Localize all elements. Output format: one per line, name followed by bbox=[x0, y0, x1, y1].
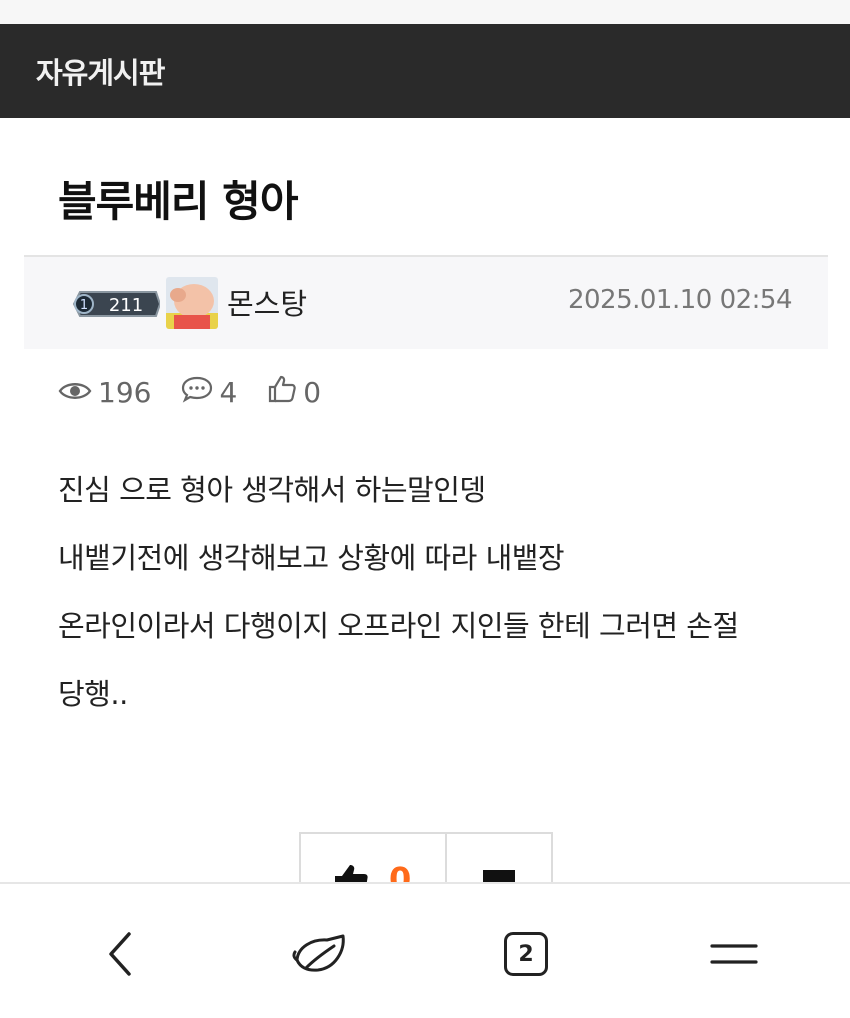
like-count-value: 0 bbox=[303, 375, 322, 409]
post-body: 진심 으로 형아 생각해서 하는말인뎅 내뱉기전에 생각해보고 상황에 따라 내… bbox=[58, 462, 818, 734]
home-button[interactable] bbox=[290, 924, 350, 984]
level-number: 211 bbox=[109, 295, 143, 316]
comment-icon bbox=[181, 375, 219, 410]
body-line: 내뱉기전에 생각해보고 상황에 따라 내뱉장 bbox=[58, 541, 565, 575]
post-date: 2025.01.10 02:54 bbox=[567, 285, 793, 315]
author-name[interactable]: 몬스탕 bbox=[227, 281, 307, 323]
body-line: 온라인이라서 다행이지 오프라인 지인들 한테 그러면 손절 bbox=[58, 609, 739, 643]
svg-text:1: 1 bbox=[80, 298, 88, 313]
view-count: 196 bbox=[58, 376, 151, 409]
comment-count[interactable]: 4 bbox=[181, 375, 237, 410]
comment-count-value: 4 bbox=[219, 375, 238, 409]
back-button[interactable] bbox=[90, 924, 150, 984]
like-count[interactable]: 0 bbox=[267, 374, 321, 411]
body-line: 당행.. bbox=[58, 677, 128, 711]
menu-button[interactable] bbox=[704, 924, 764, 984]
post-title: 블루베리 형아 bbox=[58, 177, 298, 226]
eye-icon bbox=[58, 376, 98, 409]
thumbs-up-icon bbox=[267, 374, 303, 411]
whale-logo-icon bbox=[292, 934, 345, 972]
back-icon bbox=[109, 932, 131, 976]
board-title[interactable]: 자유게시판 bbox=[36, 50, 165, 92]
post-stats: 196 4 0 bbox=[58, 372, 351, 412]
level-badge: 1 211 bbox=[68, 287, 162, 321]
author-bar: 1 211 몬스탕 2025.01.10 02:54 bbox=[24, 255, 828, 349]
menu-icon bbox=[710, 944, 758, 964]
tabs-button[interactable]: 2 bbox=[496, 924, 556, 984]
status-strip bbox=[0, 0, 850, 24]
bottom-nav: 2 bbox=[0, 882, 850, 1018]
tab-count: 2 bbox=[504, 932, 548, 976]
view-count-value: 196 bbox=[98, 375, 152, 409]
body-line: 진심 으로 형아 생각해서 하는말인뎅 bbox=[58, 473, 486, 507]
board-header: 자유게시판 bbox=[0, 24, 850, 118]
avatar[interactable] bbox=[166, 277, 218, 329]
